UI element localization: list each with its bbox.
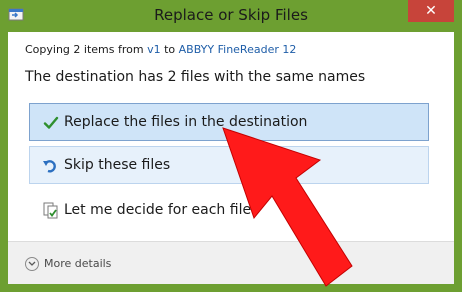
- replace-files-label: Replace the files in the destination: [64, 114, 308, 130]
- conflict-headline: The destination has 2 files with the sam…: [25, 69, 366, 85]
- decide-each-file-option[interactable]: Let me decide for each file: [29, 191, 429, 229]
- decide-files-icon: [43, 202, 58, 219]
- window-title: Replace or Skip Files: [154, 6, 308, 24]
- copy-middle: to: [164, 43, 176, 56]
- more-details-toggle[interactable]: More details: [25, 257, 111, 271]
- copy-status: Copying 2 items from v1 to ABBYY FineRea…: [25, 43, 296, 56]
- skip-arrow-icon: [43, 160, 56, 173]
- replace-skip-dialog: Replace or Skip Files ✕ Copying 2 items …: [0, 0, 462, 292]
- chevron-down-icon: [25, 257, 39, 271]
- copy-prefix: Copying 2 items from: [25, 43, 144, 56]
- title-bar[interactable]: Replace or Skip Files ✕: [0, 0, 462, 32]
- source-folder-link[interactable]: v1: [147, 43, 161, 56]
- replace-files-option[interactable]: Replace the files in the destination: [29, 103, 429, 141]
- close-button[interactable]: ✕: [408, 0, 454, 22]
- destination-folder-link[interactable]: ABBYY FineReader 12: [179, 43, 297, 56]
- checkmark-icon: [43, 116, 59, 129]
- more-details-label: More details: [44, 257, 112, 270]
- decide-each-file-label: Let me decide for each file: [64, 202, 252, 218]
- skip-files-label: Skip these files: [64, 157, 171, 173]
- skip-files-option[interactable]: Skip these files: [29, 146, 429, 184]
